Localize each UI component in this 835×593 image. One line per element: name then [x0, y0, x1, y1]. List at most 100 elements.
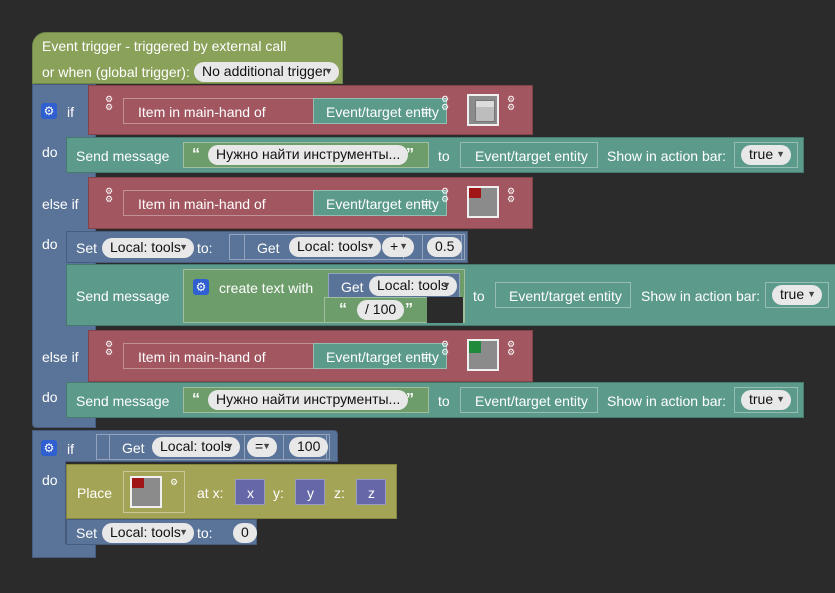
set-variable-block[interactable]: Set Local: tools ▼ to: Get Local: tools ▼ … [66, 231, 468, 263]
item-stack-icon[interactable] [467, 339, 499, 371]
get-variable-block[interactable]: Get Local: tools ▼ [244, 234, 404, 260]
item-in-main-hand-label: Item in main-hand of [138, 104, 266, 120]
send-message-label: Send message [76, 148, 170, 164]
global-trigger-label: or when (global trigger): [42, 64, 190, 80]
at-x-label: at x: [197, 485, 224, 501]
boolean-block[interactable]: true ▼ [734, 142, 798, 168]
number-field[interactable]: 100 [289, 437, 329, 457]
item-stack-icon[interactable] [467, 186, 499, 218]
item-stack-icon[interactable] [130, 476, 162, 508]
equals-operator-dropdown[interactable]: = ▼ [247, 437, 277, 457]
quote-close-icon: ” [405, 301, 413, 318]
event-target-block[interactable]: Event/target entity [495, 282, 631, 308]
true-dropdown[interactable]: true ▼ [741, 145, 791, 165]
event-target-label: Event/target entity [475, 393, 588, 409]
create-text-label: create text with [219, 280, 314, 296]
message-text-field[interactable]: Нужно найти инструменты... [208, 145, 409, 165]
get-label: Get [122, 440, 145, 456]
x-block[interactable]: x [235, 479, 265, 505]
text-block[interactable]: “ Нужно найти инструменты... ” [183, 142, 429, 168]
gear-icon[interactable]: ⚙ [41, 440, 57, 456]
settings-icon: ⚙ ⚙ [105, 339, 114, 357]
global-trigger-dropdown[interactable]: No additional trigger ▼ [194, 62, 339, 82]
item-in-main-hand-block[interactable]: Item in main-hand of Event/target entity [123, 98, 447, 124]
get-label: Get [341, 279, 364, 295]
else-if-label: else if [42, 349, 79, 365]
do-label: do [42, 144, 58, 160]
quote-open-icon: “ [339, 301, 347, 318]
math-add-block[interactable]: Get Local: tools ▼ + ▼ 0.5 [229, 234, 465, 260]
condition-compare-block[interactable]: ⚙ ⚙ Item in main-hand of Event/target ent… [88, 330, 533, 382]
event-target-label: Event/target entity [509, 288, 622, 304]
equals-operator[interactable]: = [421, 348, 429, 364]
boolean-block[interactable]: true ▼ [734, 387, 798, 413]
place-label: Place [77, 485, 113, 501]
text-block[interactable]: “ Нужно найти инструменты... ” [183, 387, 429, 413]
settings-icon: ⚙ ⚙ [507, 94, 516, 112]
get-variable-block[interactable]: Get Local: tools ▼ [109, 434, 245, 460]
send-message-block[interactable]: Send message “ Нужно найти инструменты..… [66, 382, 804, 418]
quote-open-icon: “ [192, 146, 200, 163]
quote-open-icon: “ [192, 391, 200, 408]
get-label: Get [257, 240, 280, 256]
do-label: do [42, 389, 58, 405]
event-target-block[interactable]: Event/target entity [460, 387, 598, 413]
equals-operator[interactable]: = [421, 103, 429, 119]
place-block[interactable]: Place ⚙ at x: x y: y z: z [66, 464, 397, 519]
z-value: z [368, 485, 375, 501]
local-tools-dropdown[interactable]: Local: tools ▼ [289, 237, 381, 257]
set-label: Set [76, 525, 98, 541]
number-block[interactable]: 100 [283, 434, 329, 460]
z-block[interactable]: z [356, 479, 386, 505]
true-dropdown[interactable]: true ▼ [772, 285, 822, 305]
settings-icon: ⚙ ⚙ [441, 339, 450, 357]
y-label: y: [273, 485, 284, 501]
text-block[interactable]: “ / 100 ” [324, 297, 464, 323]
plus-operator-dropdown[interactable]: + ▼ [382, 237, 414, 257]
get-variable-block[interactable]: Get Local: tools ▼ [328, 273, 460, 299]
item-stack-icon[interactable] [467, 94, 499, 126]
item-in-main-hand-label: Item in main-hand of [138, 349, 266, 365]
if-block-footer [32, 544, 96, 558]
text-field[interactable]: / 100 [357, 300, 405, 320]
y-block[interactable]: y [295, 479, 325, 505]
show-in-action-bar-label: Show in action bar: [607, 148, 727, 164]
boolean-block[interactable]: true ▼ [765, 282, 829, 308]
y-value: y [307, 485, 314, 501]
number-field[interactable]: 0.5 [427, 237, 463, 257]
to-label: to [473, 288, 485, 304]
gear-icon[interactable]: ⚙ [193, 279, 209, 295]
z-label: z: [334, 485, 345, 501]
compare-block[interactable]: Get Local: tools ▼ = ▼ 100 [96, 434, 330, 460]
item-in-main-hand-block[interactable]: Item in main-hand of Event/target entity [123, 343, 447, 369]
settings-icon: ⚙ ⚙ [441, 94, 450, 112]
settings-icon: ⚙ [170, 477, 179, 487]
to-label: to [438, 148, 450, 164]
local-tools-dropdown[interactable]: Local: tools ▼ [152, 437, 240, 457]
quote-close-icon: ” [406, 391, 414, 408]
event-trigger-block[interactable]: Event trigger - triggered by external ca… [32, 32, 343, 84]
send-message-label: Send message [76, 393, 170, 409]
condition-compare-block[interactable]: ⚙ ⚙ Item in main-hand of Event/target ent… [88, 85, 533, 135]
equals-operator[interactable]: = [421, 195, 429, 211]
gear-icon[interactable]: ⚙ [41, 103, 57, 119]
send-message-block[interactable]: Send message “ Нужно найти инструменты..… [66, 137, 804, 173]
item-in-main-hand-block[interactable]: Item in main-hand of Event/target entity [123, 190, 447, 216]
local-tools-dropdown[interactable]: Local: tools ▼ [102, 238, 194, 258]
true-dropdown[interactable]: true ▼ [741, 390, 791, 410]
number-field[interactable]: 0 [233, 523, 257, 543]
local-tools-dropdown[interactable]: Local: tools ▼ [102, 523, 194, 543]
number-block[interactable]: 0.5 [422, 234, 463, 260]
item-slot[interactable]: ⚙ [123, 471, 185, 513]
create-text-block[interactable]: ⚙ create text with Get Local: tools ▼ “ /… [183, 269, 465, 323]
show-in-action-bar-label: Show in action bar: [607, 393, 727, 409]
item-in-main-hand-label: Item in main-hand of [138, 196, 266, 212]
condition-compare-block[interactable]: ⚙ ⚙ Item in main-hand of Event/target ent… [88, 177, 533, 229]
message-text-field[interactable]: Нужно найти инструменты... [208, 390, 409, 410]
trigger-title: Event trigger - triggered by external ca… [42, 38, 287, 54]
event-target-block[interactable]: Event/target entity [460, 142, 598, 168]
local-tools-dropdown[interactable]: Local: tools ▼ [369, 276, 457, 296]
settings-icon: ⚙ ⚙ [507, 186, 516, 204]
send-message-block[interactable]: Send message ⚙ create text with Get Loca… [66, 264, 835, 326]
set-variable-block[interactable]: Set Local: tools ▼ to: 0 [66, 519, 257, 545]
